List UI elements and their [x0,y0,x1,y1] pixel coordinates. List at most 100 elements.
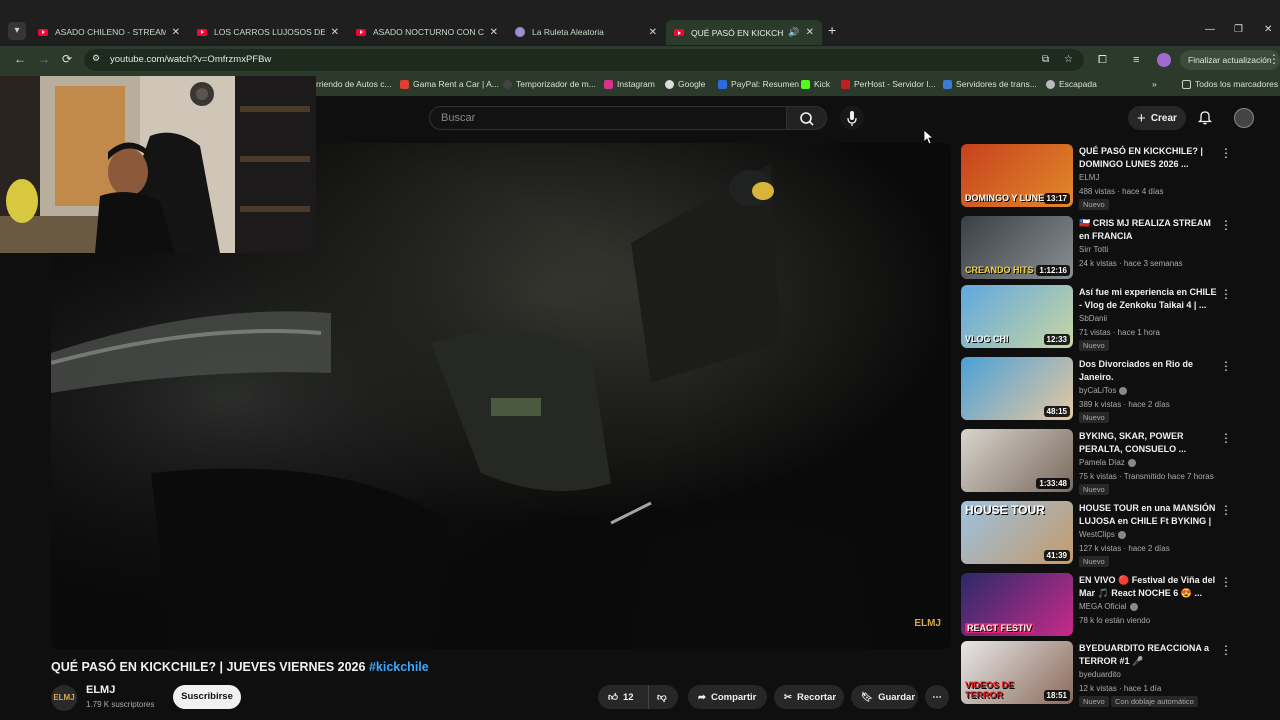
finish-update-button[interactable]: Finalizar actualización [1180,50,1280,70]
more-options-icon[interactable]: ⋮ [1220,643,1232,657]
close-tab-icon[interactable]: ✕ [806,27,814,38]
extensions-icon[interactable]: ⧠ [1098,54,1107,67]
hashtag-link[interactable]: #kickchile [369,660,429,674]
recommendation-channel[interactable]: Pamela Díaz [1079,458,1136,467]
restore-icon[interactable]: ❐ [1234,24,1243,35]
search-input[interactable]: Buscar [429,106,787,130]
share-button[interactable]: ➦ Compartir [688,685,767,709]
more-options-icon[interactable]: ⋮ [1220,287,1232,301]
tab-kickchile-active[interactable]: QUÉ PASÓ EN KICKCHILE? | 🔊 ✕ [666,20,822,45]
close-tab-icon[interactable]: ✕ [331,27,339,38]
recommendation-title[interactable]: QUÉ PASÓ EN KICKCHILE? | DOMINGO LUNES 2… [1079,145,1219,171]
bookmark-item[interactable]: Gama Rent a Car | A... [400,79,499,89]
more-options-icon[interactable]: ⋮ [1220,359,1232,373]
browser-menu-icon[interactable]: ⋮ [1268,52,1280,66]
channel-watermark[interactable]: ELMJ [914,618,941,629]
recommendation-title[interactable]: BYKING, SKAR, POWER PERALTA, CONSUELO ..… [1079,430,1219,456]
bookmark-item[interactable]: Google [665,79,705,89]
recommendation-item[interactable]: VIDEOS DE TERROR 18:51 BYEDUARDITO REACC… [961,641,1241,707]
share-arrow-icon: ➦ [698,691,706,703]
recommendation-item[interactable]: CREANDO HITS EN 1:12:16 🇨🇱 CRIS MJ REALI… [961,216,1241,282]
reload-icon[interactable]: ⟳ [62,52,72,66]
recommendation-item[interactable]: VLOG CHI 12:33 Así fue mi experiencia en… [961,285,1241,351]
recommendation-title[interactable]: BYEDUARDITO REACCIONA a TERROR #1 🎤 [1079,642,1219,668]
close-tab-icon[interactable]: ✕ [649,27,657,38]
tab-search-chevron-icon[interactable]: ▾ [8,22,26,40]
recommendation-title[interactable]: 🇨🇱 CRIS MJ REALIZA STREAM en FRANCIA [1079,217,1219,243]
video-thumbnail[interactable]: VLOG CHI 12:33 [961,285,1073,348]
window-close-icon[interactable]: ✕ [1264,24,1272,35]
more-actions-icon[interactable]: ⋯ [925,685,949,709]
more-options-icon[interactable]: ⋮ [1220,218,1232,232]
like-button[interactable]: 👍︎ 12 [598,685,648,709]
recommendation-channel[interactable]: byeduardito [1079,670,1121,679]
bookmark-star-icon[interactable]: ☆ [1064,54,1073,65]
bookmark-item[interactable]: Instagram [604,79,655,89]
account-avatar[interactable] [1234,108,1254,128]
bookmark-item[interactable]: PerHost - Servidor I... [841,79,936,89]
clip-button[interactable]: ✂ Recortar [774,685,844,709]
recommendation-channel[interactable]: MEGA Oficial [1079,602,1138,611]
more-options-icon[interactable]: ⋮ [1220,503,1232,517]
subscribe-button[interactable]: Suscribirse [173,685,241,709]
recommendation-title[interactable]: Así fue mi experiencia en CHILE - Vlog d… [1079,286,1219,312]
recommendation-channel[interactable]: ELMJ [1079,173,1099,182]
more-options-icon[interactable]: ⋮ [1220,431,1232,445]
address-bar[interactable]: ⚙ youtube.com/watch?v=OmfrzmxPFBw ⧉ ☆ [84,49,1084,71]
video-thumbnail[interactable]: 1:33:48 [961,429,1073,492]
tab-asado-nocturno[interactable]: ASADO NOCTURNO CON CRIS ✕ [348,21,506,43]
recommendation-item[interactable]: DOMINGO Y LUNES 13:17 QUÉ PASÓ EN KICKCH… [961,144,1241,210]
new-badge: Nuevo [1079,484,1109,495]
close-tab-icon[interactable]: ✕ [490,27,498,38]
new-tab-plus-icon[interactable]: + [828,22,836,38]
back-arrow-icon[interactable]: ← [14,52,26,66]
more-bookmarks-chevron-icon[interactable]: » [1152,79,1157,89]
install-app-icon[interactable]: ⧉ [1042,54,1049,65]
more-options-icon[interactable]: ⋮ [1220,146,1232,160]
speaker-icon[interactable]: 🔊 [788,27,799,38]
site-settings-icon[interactable]: ⚙ [92,53,100,64]
recommendation-channel[interactable]: SbDanii [1079,314,1107,323]
recommendation-item[interactable]: 1:33:48 BYKING, SKAR, POWER PERALTA, CON… [961,429,1241,495]
save-button[interactable]: 🔖︎ Guardar [851,685,918,709]
profile-avatar-icon[interactable] [1157,53,1171,67]
video-thumbnail[interactable]: 48:15 [961,357,1073,420]
search-button[interactable] [787,106,827,130]
recommendation-item[interactable]: HOUSE TOUR 41:39 HOUSE TOUR en una MANSI… [961,501,1241,567]
bookmark-item[interactable]: Escapada [1046,79,1097,89]
bookmark-item[interactable]: PayPal: Resumen [718,79,799,89]
close-tab-icon[interactable]: ✕ [172,27,180,38]
media-control-icon[interactable]: ≡ [1133,54,1139,66]
recommendation-channel[interactable]: byCaLiTos [1079,386,1128,395]
video-thumbnail[interactable]: VIDEOS DE TERROR 18:51 [961,641,1073,704]
channel-name[interactable]: ELMJ [86,684,115,696]
more-options-icon[interactable]: ⋮ [1220,575,1232,589]
forward-arrow-icon[interactable]: → [38,52,50,66]
recommendation-item[interactable]: 48:15 Dos Divorciados en Rio de Janeiro.… [961,357,1241,423]
bookmark-item[interactable]: rriendo de Autos c... [316,79,392,89]
tab-asado-chileno[interactable]: ASADO CHILENO - STREAM CO ✕ [30,21,188,43]
bookmark-item[interactable]: Kick [801,79,830,89]
video-thumbnail[interactable]: REACT FESTIV [961,573,1073,636]
tab-ruleta[interactable]: La Ruleta Aleatoria ✕ [507,21,665,43]
recommendation-channel[interactable]: WestClips [1079,530,1126,539]
notifications-bell-icon[interactable] [1196,108,1214,131]
share-label: Compartir [710,691,757,703]
bookmark-item[interactable]: Temporizador de m... [503,79,596,89]
recommendation-title[interactable]: HOUSE TOUR en una MANSIÓN LUJOSA en CHIL… [1079,502,1219,529]
video-thumbnail[interactable]: DOMINGO Y LUNES 13:17 [961,144,1073,207]
channel-avatar[interactable]: ELMJ [51,685,77,711]
recommendation-title[interactable]: Dos Divorciados en Rio de Janeiro. [1079,358,1219,384]
tab-carros-lujosos[interactable]: LOS CARROS LUJOSOS DE CRIS ✕ [189,21,347,43]
bookmark-item[interactable]: Servidores de trans... [943,79,1037,89]
all-bookmarks[interactable]: Todos los marcadores [1182,79,1278,89]
recommendation-title[interactable]: EN VIVO 🔴 Festival de Viña del Mar 🎵 Rea… [1079,574,1219,600]
recommendation-channel[interactable]: Sirr Totti [1079,245,1108,254]
recommendation-item[interactable]: REACT FESTIV EN VIVO 🔴 Festival de Viña … [961,573,1241,639]
create-button[interactable]: + Crear [1128,106,1186,130]
minimize-icon[interactable]: — [1205,24,1215,35]
voice-search-button[interactable] [840,106,864,130]
dislike-button[interactable]: 👎︎ [648,685,678,709]
video-thumbnail[interactable]: CREANDO HITS EN 1:12:16 [961,216,1073,279]
video-thumbnail[interactable]: HOUSE TOUR 41:39 [961,501,1073,564]
